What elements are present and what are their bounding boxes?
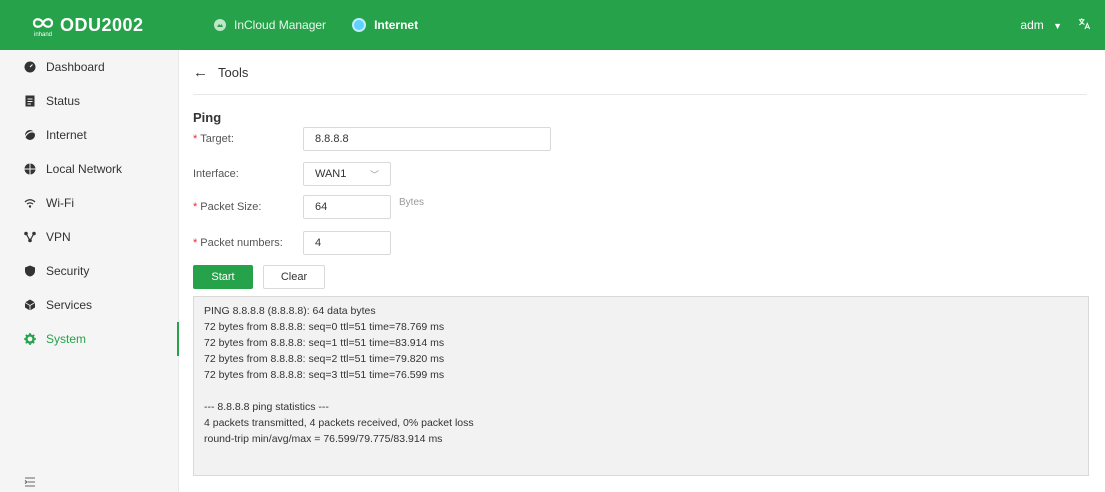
caret-down-icon: ▼ [1053,21,1062,31]
interface-selected-value: WAN1 [315,168,347,180]
inhand-logo-icon: inhand [30,12,56,38]
sidebar-item-vpn[interactable]: VPN [0,220,178,254]
output-line: 72 bytes from 8.8.8.8: seq=3 ttl=51 time… [204,369,445,381]
sidebar-item-label: Status [46,94,81,108]
interface-label: Interface: [193,168,239,180]
required-marker: * [193,237,198,249]
packet-size-input[interactable]: 64 [303,195,391,219]
user-menu[interactable]: adm ▼ [1020,18,1062,32]
wifi-icon [24,197,36,209]
required-marker: * [193,133,198,145]
security-icon [24,265,36,277]
svg-text:inhand: inhand [34,32,52,38]
sidebar-item-label: Internet [46,128,87,142]
output-line: 4 packets transmitted, 4 packets receive… [204,417,474,429]
header-divider [193,94,1087,95]
packet-size-row: * Packet Size: 64 Bytes [193,195,424,219]
internet-icon [24,129,36,141]
target-input[interactable]: 8.8.8.8 [303,127,551,151]
top-bar: inhand ODU2002 InCloud Manager Internet … [0,0,1105,50]
clear-button[interactable]: Clear [263,265,325,289]
output-line: 72 bytes from 8.8.8.8: seq=2 ttl=51 time… [204,353,445,365]
brand[interactable]: inhand ODU2002 [0,0,178,50]
sidebar-item-label: Security [46,264,90,278]
ping-section-title: Ping [193,110,222,125]
sidebar-item-status[interactable]: Status [0,84,178,118]
page-title: Tools [218,65,249,80]
page-header: ← Tools [193,64,248,81]
packet-numbers-input[interactable]: 4 [303,231,391,255]
packet-size-label: * Packet Size: [193,201,262,213]
ping-output: PING 8.8.8.8 (8.8.8.8): 64 data bytes 72… [193,296,1089,476]
local-network-icon [24,163,36,175]
sidebar-item-local-network[interactable]: Local Network [0,152,178,186]
sidebar-item-system[interactable]: System [0,322,179,356]
output-line: round-trip min/avg/max = 76.599/79.775/8… [204,433,443,445]
output-line: --- 8.8.8.8 ping statistics --- [204,401,329,413]
sidebar-item-label: Dashboard [46,60,105,74]
brand-name: ODU2002 [60,14,144,35]
tab-internet[interactable]: Internet [354,18,418,32]
target-row: * Target: 8.8.8.8 [193,127,551,151]
sidebar-item-label: System [46,332,87,346]
status-icon [24,95,36,107]
sidebar-item-label: Local Network [46,162,123,176]
cloud-icon [214,19,226,31]
packet-size-unit: Bytes [399,197,425,208]
sidebar-item-dashboard[interactable]: Dashboard [0,50,178,84]
back-arrow-icon[interactable]: ← [193,64,208,81]
output-line: PING 8.8.8.8 (8.8.8.8): 64 data bytes [204,305,376,317]
sidebar-item-security[interactable]: Security [0,254,178,288]
user-name: adm [1020,18,1044,32]
dashboard-icon [24,61,36,73]
packet-numbers-row: * Packet numbers: 4 [193,231,391,255]
sidebar-item-wifi[interactable]: Wi-Fi [0,186,178,220]
chevron-down-icon: ﹀ [369,169,379,180]
sidebar: Dashboard Status Internet Local Network … [0,50,179,492]
required-marker: * [193,201,198,213]
packet-numbers-label: * Packet numbers: [193,237,283,249]
services-icon [24,299,36,311]
sidebar-item-services[interactable]: Services [0,288,178,322]
target-label: * Target: [193,133,234,145]
sidebar-item-internet[interactable]: Internet [0,118,178,152]
interface-row: Interface: WAN1 ﹀ [193,162,391,186]
system-gear-icon [24,333,36,345]
sidebar-item-label: VPN [46,230,71,244]
tab-internet-label: Internet [374,18,419,32]
translate-icon[interactable] [1078,17,1091,33]
tab-incloud-manager-label: InCloud Manager [234,18,327,32]
collapse-sidebar-icon[interactable] [24,476,36,488]
main-content: ← Tools Ping * Target: 8.8.8.8 Interface:… [179,50,1105,492]
output-line: 72 bytes from 8.8.8.8: seq=0 ttl=51 time… [204,321,445,333]
internet-status-dot-icon [354,20,365,30]
interface-select[interactable]: WAN1 ﹀ [303,162,391,186]
sidebar-item-label: Services [46,298,93,312]
output-line: 72 bytes from 8.8.8.8: seq=1 ttl=51 time… [204,337,445,349]
vpn-icon [24,231,36,243]
tab-incloud-manager[interactable]: InCloud Manager [214,18,326,32]
start-button[interactable]: Start [193,265,253,289]
sidebar-item-label: Wi-Fi [46,196,74,210]
